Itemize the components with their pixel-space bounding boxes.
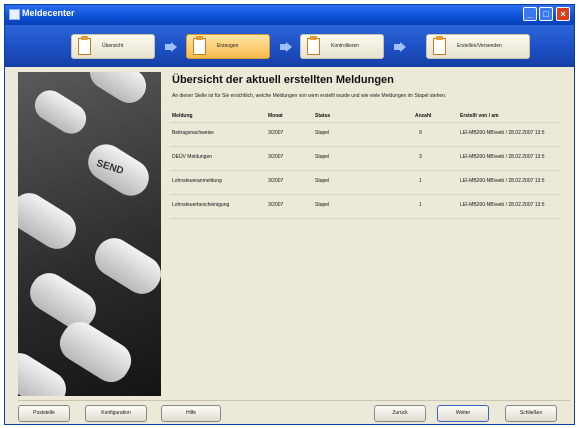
- step-erstellen-versenden[interactable]: Erstellen/Versenden: [426, 34, 530, 59]
- cell-status: Stapel: [315, 178, 330, 184]
- zurueck-button[interactable]: Zurück: [374, 405, 426, 422]
- app-window: Meldecenter _ □ × Übersicht Erzeugen Kon…: [4, 4, 575, 425]
- window-title: Meldecenter: [22, 8, 75, 18]
- cell-meldung: Lohnsteuerbescheinigung: [172, 202, 230, 208]
- cell-monat: 3/2007: [268, 202, 284, 208]
- divider: [170, 194, 560, 195]
- column-header-meldung[interactable]: Meldung: [172, 113, 193, 119]
- column-header-erstellt[interactable]: Erstellt von / am: [460, 113, 499, 119]
- page-title: Übersicht der aktuell erstellten Meldung…: [172, 74, 394, 86]
- cell-anzahl: 1: [419, 202, 422, 208]
- step-label: Kontrollieren: [331, 43, 360, 49]
- weiter-button[interactable]: Weiter: [437, 405, 489, 422]
- arrow-right-icon: [394, 42, 406, 52]
- minimize-button[interactable]: _: [523, 7, 537, 21]
- column-header-monat[interactable]: Monat: [268, 113, 283, 119]
- cell-anzahl: 9: [419, 130, 422, 136]
- arrow-right-icon: [165, 42, 177, 52]
- footer-divider: [18, 400, 570, 401]
- maximize-button[interactable]: □: [539, 7, 553, 21]
- document-check-icon: [307, 36, 320, 55]
- schliessen-button[interactable]: Schließen: [505, 405, 557, 422]
- divider: [170, 218, 560, 219]
- step-kontrollieren[interactable]: Kontrollieren: [300, 34, 384, 59]
- cell-meldung: DEÜV Meldungen: [172, 154, 213, 160]
- arrow-right-icon: [280, 42, 292, 52]
- cell-meldung: Lohnsteueranmeldung: [172, 178, 222, 184]
- cell-status: Stapel: [315, 154, 330, 160]
- document-send-icon: [433, 36, 446, 55]
- cell-monat: 3/2007: [268, 178, 284, 184]
- step-label: Übersicht: [102, 43, 124, 49]
- wizard-bar: Übersicht Erzeugen Kontrollieren Erstell…: [5, 25, 574, 67]
- cell-erstellt: LEI-MB200-NB\web / 28.02.2007 13:5: [460, 154, 545, 160]
- cell-erstellt: LEI-MB200-NB\web / 28.02.2007 13:5: [460, 178, 545, 184]
- table-row[interactable]: DEÜV Meldungen 3/2007 Stapel 3 LEI-MB200…: [170, 148, 560, 168]
- step-label: Erzeugen: [217, 43, 239, 49]
- cell-anzahl: 3: [419, 154, 422, 160]
- document-icon: [78, 36, 91, 55]
- column-header-anzahl[interactable]: Anzahl: [415, 113, 431, 119]
- cell-meldung: Beitragsnachweise: [172, 130, 214, 136]
- cell-erstellt: LEI-MB200-NB\web / 28.02.2007 13:5: [460, 130, 545, 136]
- cell-status: Stapel: [315, 202, 330, 208]
- cell-status: Stapel: [315, 130, 330, 136]
- cell-monat: 3/2007: [268, 154, 284, 160]
- konfiguration-button[interactable]: Konfiguration: [85, 405, 147, 422]
- document-icon: [193, 36, 206, 55]
- cell-monat: 3/2007: [268, 130, 284, 136]
- cell-erstellt: LEI-MB200-NB\web / 28.02.2007 13:5: [460, 202, 545, 208]
- title-bar[interactable]: Meldecenter _ □ ×: [5, 5, 574, 25]
- table-row[interactable]: Lohnsteuerbescheinigung 3/2007 Stapel 1 …: [170, 196, 560, 216]
- close-button[interactable]: ×: [556, 7, 570, 21]
- telephone-keypad-image: SEND: [18, 72, 161, 396]
- table-row[interactable]: Lohnsteueranmeldung 3/2007 Stapel 1 LEI-…: [170, 172, 560, 192]
- step-erzeugen[interactable]: Erzeugen: [186, 34, 270, 59]
- app-icon: [9, 9, 20, 20]
- step-uebersicht[interactable]: Übersicht: [71, 34, 155, 59]
- cell-anzahl: 1: [419, 178, 422, 184]
- divider: [170, 146, 560, 147]
- column-header-status[interactable]: Status: [315, 113, 330, 119]
- page-description: An dieser Stelle ist für Sie ersichtlich…: [172, 93, 447, 99]
- hilfe-button[interactable]: Hilfe: [161, 405, 221, 422]
- poststelle-button[interactable]: Poststelle: [18, 405, 70, 422]
- main-content: Übersicht der aktuell erstellten Meldung…: [170, 72, 570, 396]
- divider: [170, 170, 560, 171]
- table-row[interactable]: Beitragsnachweise 3/2007 Stapel 9 LEI-MB…: [170, 124, 560, 144]
- step-label: Erstellen/Versenden: [457, 43, 502, 49]
- divider: [170, 122, 560, 123]
